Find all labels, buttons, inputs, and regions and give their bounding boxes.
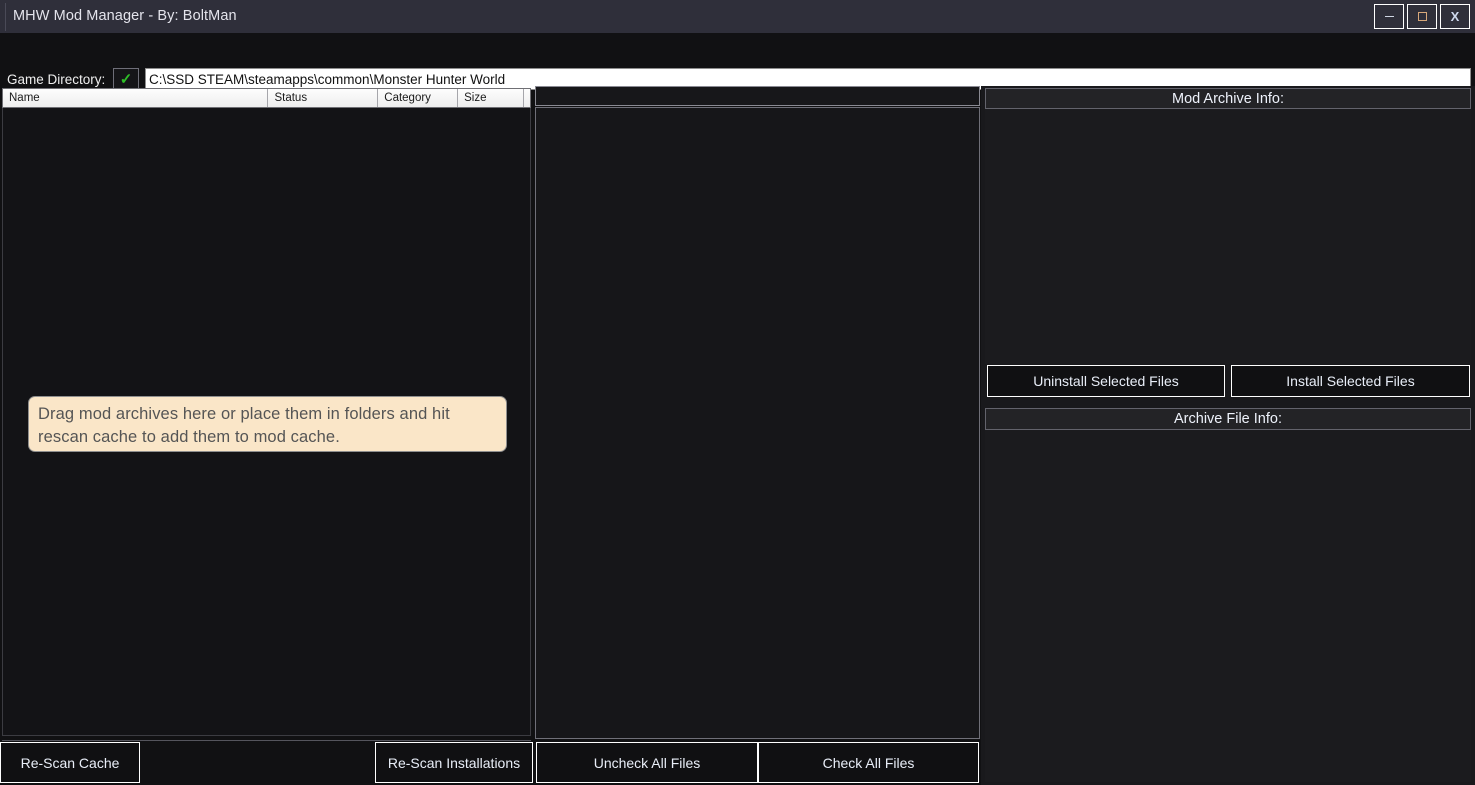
uninstall-selected-files-button[interactable]: Uninstall Selected Files	[987, 365, 1225, 397]
window-title: MHW Mod Manager - By: BoltMan	[13, 8, 237, 24]
rescan-cache-button[interactable]: Re-Scan Cache	[0, 742, 140, 783]
archive-file-info-title: Archive File Info:	[985, 408, 1471, 430]
close-button[interactable]: X	[1440, 4, 1470, 29]
minimize-button[interactable]	[1374, 4, 1404, 29]
minimize-icon	[1385, 16, 1394, 17]
install-selected-files-button[interactable]: Install Selected Files	[1231, 365, 1470, 397]
column-header-size[interactable]: Size	[458, 89, 524, 107]
file-list[interactable]	[535, 107, 980, 739]
column-header-name[interactable]: Name	[3, 89, 268, 107]
window-controls: X	[1371, 4, 1470, 29]
game-directory-valid-icon: ✓	[113, 68, 139, 90]
app-window: MHW Mod Manager - By: BoltMan X Game Dir…	[0, 0, 1475, 785]
mod-cache-column-headers: Name Status Category Size	[2, 88, 531, 108]
title-bar[interactable]: MHW Mod Manager - By: BoltMan X	[0, 0, 1475, 33]
archive-file-info-content	[985, 430, 1471, 782]
mod-archive-info-title: Mod Archive Info:	[985, 88, 1471, 109]
uncheck-all-files-button[interactable]: Uncheck All Files	[536, 742, 758, 783]
column-header-status[interactable]: Status	[268, 89, 378, 107]
rescan-installations-button[interactable]: Re-Scan Installations	[375, 742, 533, 783]
mod-archive-info-content	[985, 109, 1471, 364]
close-icon: X	[1451, 10, 1460, 23]
column-header-filler	[524, 89, 530, 107]
check-all-files-button[interactable]: Check All Files	[758, 742, 979, 783]
settings-form: Game Directory: ✓ Mod Folder: Ignore Top…	[0, 33, 1475, 85]
maximize-icon	[1418, 12, 1427, 21]
game-directory-label: Game Directory:	[7, 72, 105, 87]
file-list-header	[535, 86, 980, 106]
maximize-button[interactable]	[1407, 4, 1437, 29]
drag-drop-hint: Drag mod archives here or place them in …	[28, 396, 507, 452]
column-header-category[interactable]: Category	[378, 89, 458, 107]
